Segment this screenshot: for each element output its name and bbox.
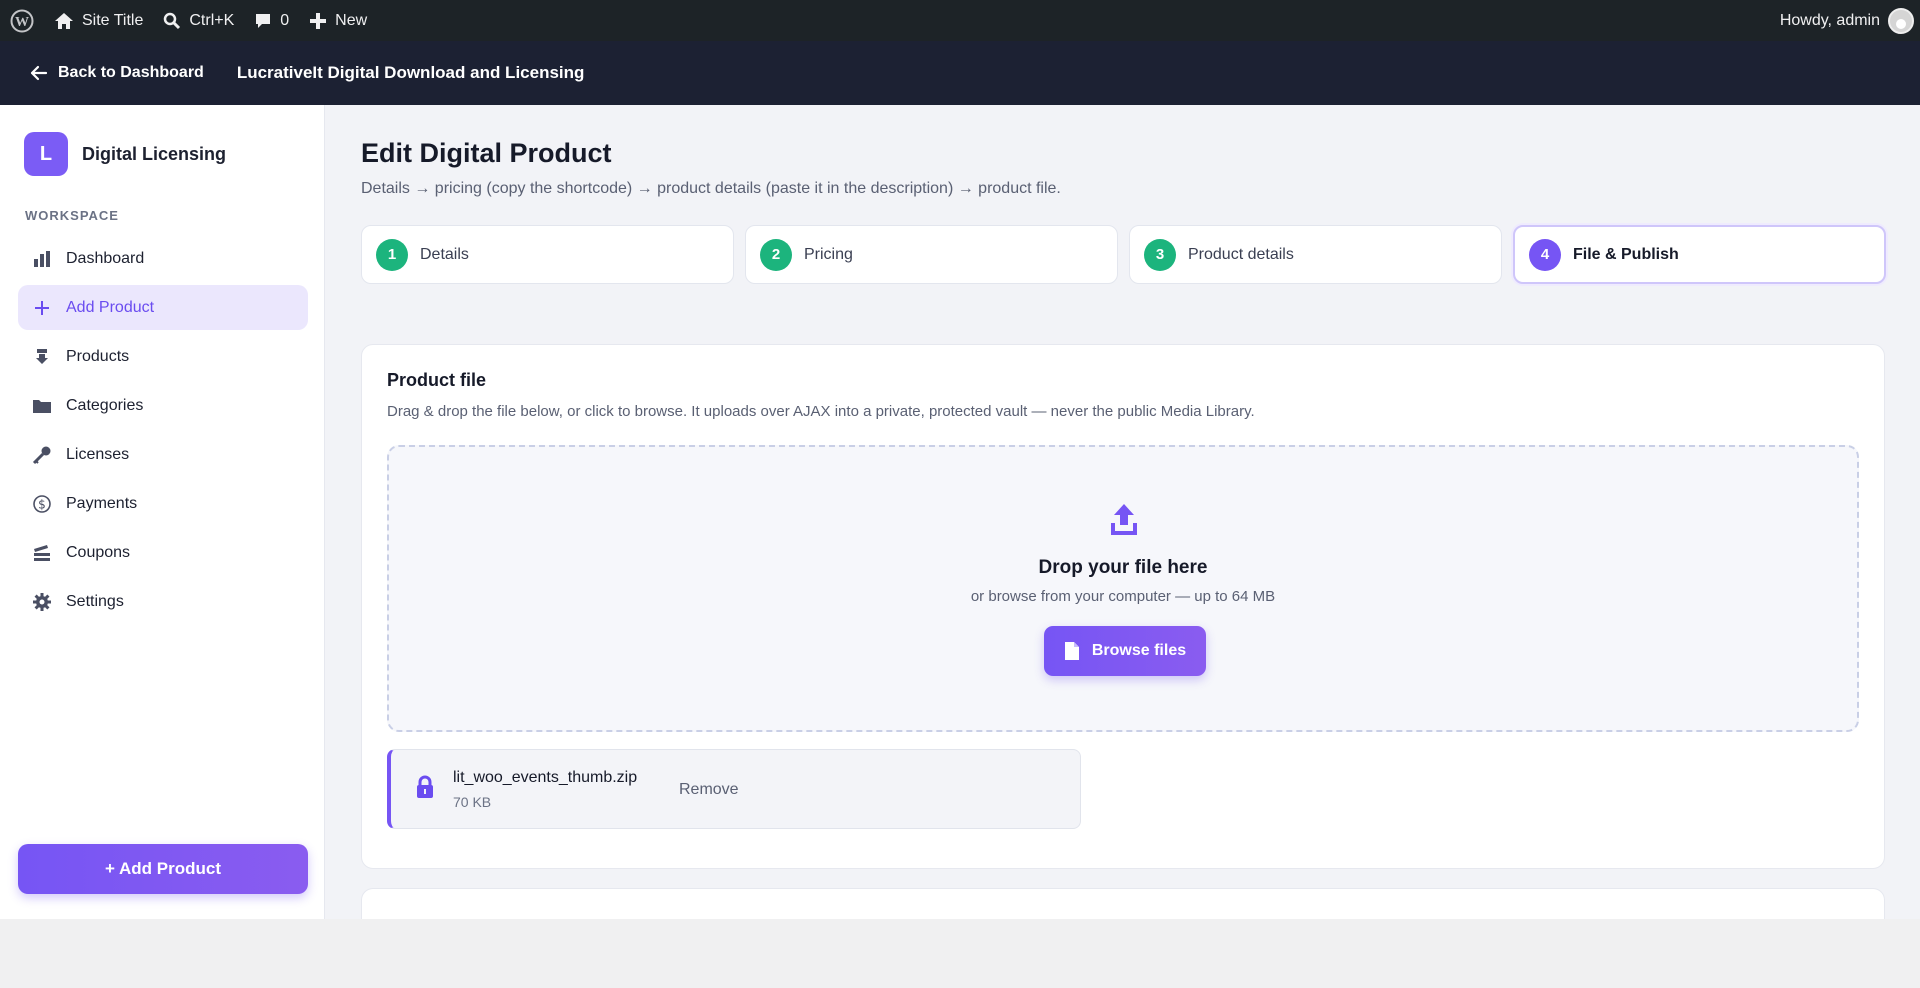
plugin-title: LucrativeIt Digital Download and Licensi…: [236, 63, 585, 82]
brand: L Digital Licensing: [24, 132, 226, 176]
sidebar-item-label: Settings: [66, 592, 124, 610]
browse-files-label: Browse files: [1091, 642, 1187, 659]
plus-icon: [32, 298, 52, 318]
step-file-publish[interactable]: 4 File & Publish: [1513, 225, 1886, 284]
avatar: [1888, 7, 1914, 34]
account-menu[interactable]: Howdy, admin: [1770, 0, 1920, 41]
step-number: 4: [1529, 238, 1561, 271]
search-shortcut-button[interactable]: Ctrl+K: [153, 0, 244, 41]
sidebar-nav: Dashboard Add Product Products Categorie…: [18, 236, 308, 628]
dropzone-subtitle: or browse from your computer — up to 64 …: [970, 588, 1276, 605]
comments-link[interactable]: 0: [244, 0, 299, 41]
sidebar-item-settings[interactable]: Settings: [18, 579, 308, 624]
key-icon: [32, 445, 52, 465]
sidebar-item-label: Payments: [66, 494, 138, 512]
page-subtitle: Details → pricing (copy the shortcode) →…: [361, 180, 1061, 197]
file-name: lit_woo_events_thumb.zip: [453, 769, 638, 786]
file-dropzone[interactable]: Drop your file here or browse from your …: [387, 445, 1859, 732]
main-content: Edit Digital Product Details → pricing (…: [326, 105, 1920, 928]
home-icon: [55, 12, 73, 29]
search-shortcut-label: Ctrl+K: [189, 11, 235, 29]
file-size: 70 KB: [453, 794, 492, 810]
plus-icon: [310, 12, 327, 29]
step-label: Product details: [1188, 245, 1294, 263]
browse-files-button[interactable]: Browse files: [1044, 626, 1206, 676]
step-label: File & Publish: [1573, 245, 1679, 263]
site-title-link[interactable]: Site Title: [44, 0, 153, 41]
new-content-button[interactable]: New: [299, 0, 377, 41]
brand-logo: L: [24, 132, 68, 176]
sidebar-item-coupons[interactable]: Coupons: [18, 530, 308, 575]
dropzone-title: Drop your file here: [1038, 557, 1208, 578]
back-to-dashboard-link[interactable]: Back to Dashboard: [30, 64, 204, 82]
step-pricing[interactable]: 2 Pricing: [745, 225, 1118, 284]
wordpress-icon: W: [10, 9, 34, 32]
arrow-left-icon: [30, 65, 48, 81]
sidebar-add-product-button[interactable]: + Add Product: [18, 844, 308, 894]
sidebar-item-categories[interactable]: Categories: [18, 383, 308, 428]
sidebar-item-licenses[interactable]: Licenses: [18, 432, 308, 477]
bar-chart-icon: [32, 249, 52, 269]
step-label: Pricing: [804, 245, 853, 263]
upload-icon: [1109, 503, 1139, 542]
sidebar: L Digital Licensing WORKSPACE Dashboard …: [0, 105, 325, 919]
svg-text:$: $: [38, 497, 46, 511]
brand-name: Digital Licensing: [82, 143, 227, 164]
wp-admin-bar: W Site Title Ctrl+K 0 New Howdy, admin: [0, 0, 1920, 41]
back-label: Back to Dashboard: [58, 64, 204, 81]
comments-count: 0: [280, 11, 290, 29]
file-icon: [1064, 642, 1079, 660]
page-title: Edit Digital Product: [361, 138, 612, 168]
sidebar-item-label: Products: [66, 347, 130, 365]
sidebar-item-label: Categories: [66, 396, 144, 414]
dollar-icon: $: [32, 494, 52, 514]
sidebar-item-label: Add Product: [66, 298, 155, 316]
uploaded-file-row: lit_woo_events_thumb.zip 70 KB Remove: [387, 749, 1081, 829]
sidebar-item-label: Dashboard: [66, 249, 145, 267]
sidebar-item-label: Licenses: [66, 445, 130, 463]
comment-icon: [256, 13, 271, 28]
sidebar-item-label: Coupons: [66, 543, 131, 561]
workspace-label: WORKSPACE: [25, 208, 119, 223]
plugin-header: Back to Dashboard LucrativeIt Digital Do…: [0, 41, 1920, 105]
lock-icon: [415, 775, 435, 804]
sidebar-item-products[interactable]: Products: [18, 334, 308, 379]
search-icon: [164, 12, 181, 29]
step-number: 1: [376, 238, 408, 271]
card-description: Drag & drop the file below, or click to …: [387, 403, 1255, 420]
step-number: 2: [760, 238, 792, 271]
new-label: New: [335, 11, 368, 29]
svg-text:W: W: [15, 15, 29, 30]
step-product-details[interactable]: 3 Product details: [1129, 225, 1502, 284]
ticket-icon: [32, 543, 52, 563]
product-file-card: Product file Drag & drop the file below,…: [361, 344, 1885, 869]
stepper: 1 Details 2 Pricing 3 Product details 4 …: [361, 225, 1886, 284]
sidebar-item-dashboard[interactable]: Dashboard: [18, 236, 308, 281]
download-icon: [32, 347, 52, 367]
remove-file-button[interactable]: Remove: [679, 781, 739, 799]
step-details[interactable]: 1 Details: [361, 225, 734, 284]
gear-icon: [32, 592, 52, 612]
page-footer-area: [0, 919, 1920, 988]
folder-icon: [32, 396, 52, 416]
card-title: Product file: [387, 370, 487, 390]
sidebar-item-add-product[interactable]: Add Product: [18, 285, 308, 330]
step-number: 3: [1144, 238, 1176, 271]
site-title-label: Site Title: [82, 11, 144, 29]
sidebar-item-payments[interactable]: $ Payments: [18, 481, 308, 526]
howdy-label: Howdy, admin: [1779, 11, 1880, 29]
step-label: Details: [420, 245, 469, 263]
wordpress-logo-button[interactable]: W: [0, 0, 44, 41]
